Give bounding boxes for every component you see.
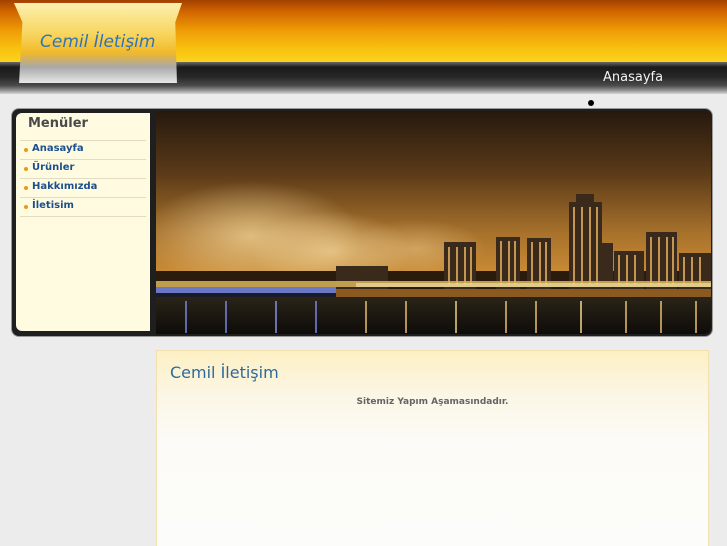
sidebar-link-anasayfa[interactable]: Anasayfa [32,143,84,154]
sidebar-item-urunler: Ürünler [20,159,146,178]
site-title: Cemil İletişim [40,32,156,52]
city-skyline-banner-image [156,111,711,334]
nav-link-anasayfa[interactable]: Anasayfa [603,70,663,85]
sidebar-link-iletisim[interactable]: İletisim [32,200,74,211]
bullet-icon [24,205,28,209]
bullet-icon [24,167,28,171]
sidebar-item-iletisim: İletisim [20,197,146,217]
sidebar-link-urunler[interactable]: Ürünler [32,162,74,173]
sidebar-item-hakkimizda: Hakkımızda [20,178,146,197]
bullet-icon [24,186,28,190]
sidebar-list: Anasayfa Ürünler Hakkımızda İletisim [16,140,150,217]
sidebar-title: Menüler [28,116,88,131]
content-area: Cemil İletişim Sitemiz Yapım Aşamasındad… [156,350,709,546]
sidebar-item-anasayfa: Anasayfa [20,140,146,159]
content-title: Cemil İletişim [170,363,279,382]
nav-bullet-icon [588,100,594,106]
construction-message: Sitemiz Yapım Aşamasındadır. [356,397,509,407]
bullet-icon [24,148,28,152]
sidebar-menu: Menüler Anasayfa Ürünler Hakkımızda İlet… [16,113,150,331]
sidebar-link-hakkimizda[interactable]: Hakkımızda [32,181,97,192]
